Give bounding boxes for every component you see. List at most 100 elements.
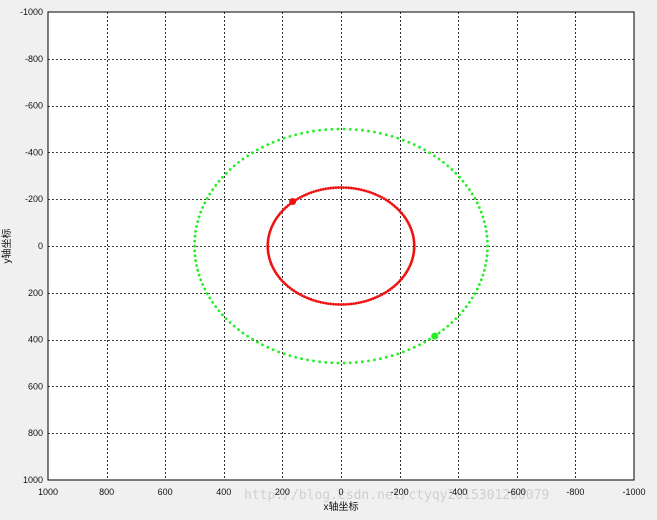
data-point — [481, 215, 485, 219]
data-point — [379, 357, 382, 361]
data-point — [428, 337, 431, 341]
highlight-point — [289, 198, 297, 206]
data-point — [446, 164, 450, 168]
y-tick-label: 600 — [28, 381, 43, 391]
data-point — [255, 340, 259, 344]
data-point — [319, 188, 323, 192]
data-point — [418, 145, 421, 149]
data-point — [379, 131, 382, 135]
data-point — [266, 143, 270, 147]
data-point — [266, 345, 270, 349]
data-point — [349, 302, 353, 306]
data-point — [477, 283, 481, 286]
data-point — [314, 189, 318, 193]
data-point — [482, 268, 486, 272]
data-point — [306, 130, 309, 134]
data-point — [401, 138, 405, 142]
data-point — [362, 188, 366, 192]
data-point — [485, 239, 489, 243]
data-point — [477, 206, 481, 209]
data-point — [473, 197, 477, 200]
data-point — [199, 210, 203, 214]
data-point — [312, 298, 315, 302]
data-point — [208, 296, 212, 300]
data-point — [390, 354, 394, 358]
data-point — [484, 264, 487, 267]
data-point — [450, 168, 454, 171]
data-point — [271, 140, 275, 144]
data-point — [282, 352, 286, 356]
data-point — [428, 151, 431, 155]
data-point — [228, 168, 232, 171]
data-point — [221, 313, 224, 317]
data-point — [336, 127, 340, 131]
data-point — [224, 171, 228, 175]
data-point — [481, 273, 485, 277]
data-point — [214, 305, 218, 309]
plot-background — [48, 12, 634, 480]
data-point — [352, 302, 356, 306]
data-point — [330, 127, 334, 131]
data-point — [342, 303, 345, 306]
y-tick-label: 800 — [28, 428, 43, 438]
data-point — [364, 189, 368, 193]
data-point — [306, 358, 309, 362]
data-point — [475, 201, 479, 205]
data-point — [396, 136, 400, 140]
data-point — [246, 334, 250, 338]
x-tick-label: -1000 — [622, 487, 645, 497]
y-axis-title: y轴坐标 — [0, 229, 13, 264]
data-point — [282, 136, 286, 140]
x-tick-label: 400 — [216, 487, 231, 497]
data-point — [485, 234, 489, 238]
data-point — [224, 317, 228, 321]
data-point — [324, 360, 328, 364]
data-point — [344, 186, 348, 190]
data-point — [318, 360, 321, 364]
data-point — [314, 299, 318, 303]
data-point — [342, 186, 345, 189]
x-tick-label: 600 — [158, 487, 173, 497]
data-point — [467, 300, 471, 304]
data-point — [277, 350, 281, 354]
y-tick-label: 0 — [38, 241, 43, 251]
data-point — [464, 183, 468, 187]
y-tick-labels: -1000 -800 -600 -400 -200 0 200 400 600 800 1000 — [20, 7, 43, 485]
data-point — [475, 287, 479, 291]
data-point — [437, 331, 441, 335]
data-point — [337, 303, 340, 306]
data-point — [288, 354, 292, 358]
watermark-text: http://blog.csdn.net/ctyqy2015301200079 — [244, 488, 549, 503]
data-point — [197, 215, 201, 219]
data-point — [364, 299, 368, 303]
data-point — [237, 328, 240, 331]
x-tick-label: 800 — [99, 487, 114, 497]
data-point — [193, 239, 197, 243]
data-point — [348, 127, 352, 131]
data-point — [412, 345, 416, 349]
data-point — [357, 187, 361, 191]
data-point — [193, 234, 197, 238]
data-point — [467, 188, 471, 192]
data-point — [407, 140, 411, 144]
data-point — [203, 201, 207, 205]
data-point — [470, 192, 474, 196]
data-point — [251, 151, 254, 155]
data-point — [352, 186, 356, 190]
data-point — [454, 317, 458, 321]
data-point — [277, 138, 281, 142]
data-point — [336, 361, 340, 365]
data-point — [217, 179, 221, 183]
data-point — [367, 129, 370, 133]
x-tick-label: -800 — [566, 487, 584, 497]
data-point — [354, 360, 358, 364]
data-point — [473, 292, 477, 295]
data-point — [384, 355, 388, 359]
highlight-point — [431, 332, 439, 340]
data-point — [195, 225, 198, 228]
data-point — [261, 145, 264, 149]
data-point — [324, 128, 328, 132]
data-point — [423, 340, 427, 344]
data-point — [454, 171, 458, 175]
chart-svg: 1000 800 600 400 200 0 -200 -400 -600 -800 -1000 -… — [0, 7, 646, 513]
